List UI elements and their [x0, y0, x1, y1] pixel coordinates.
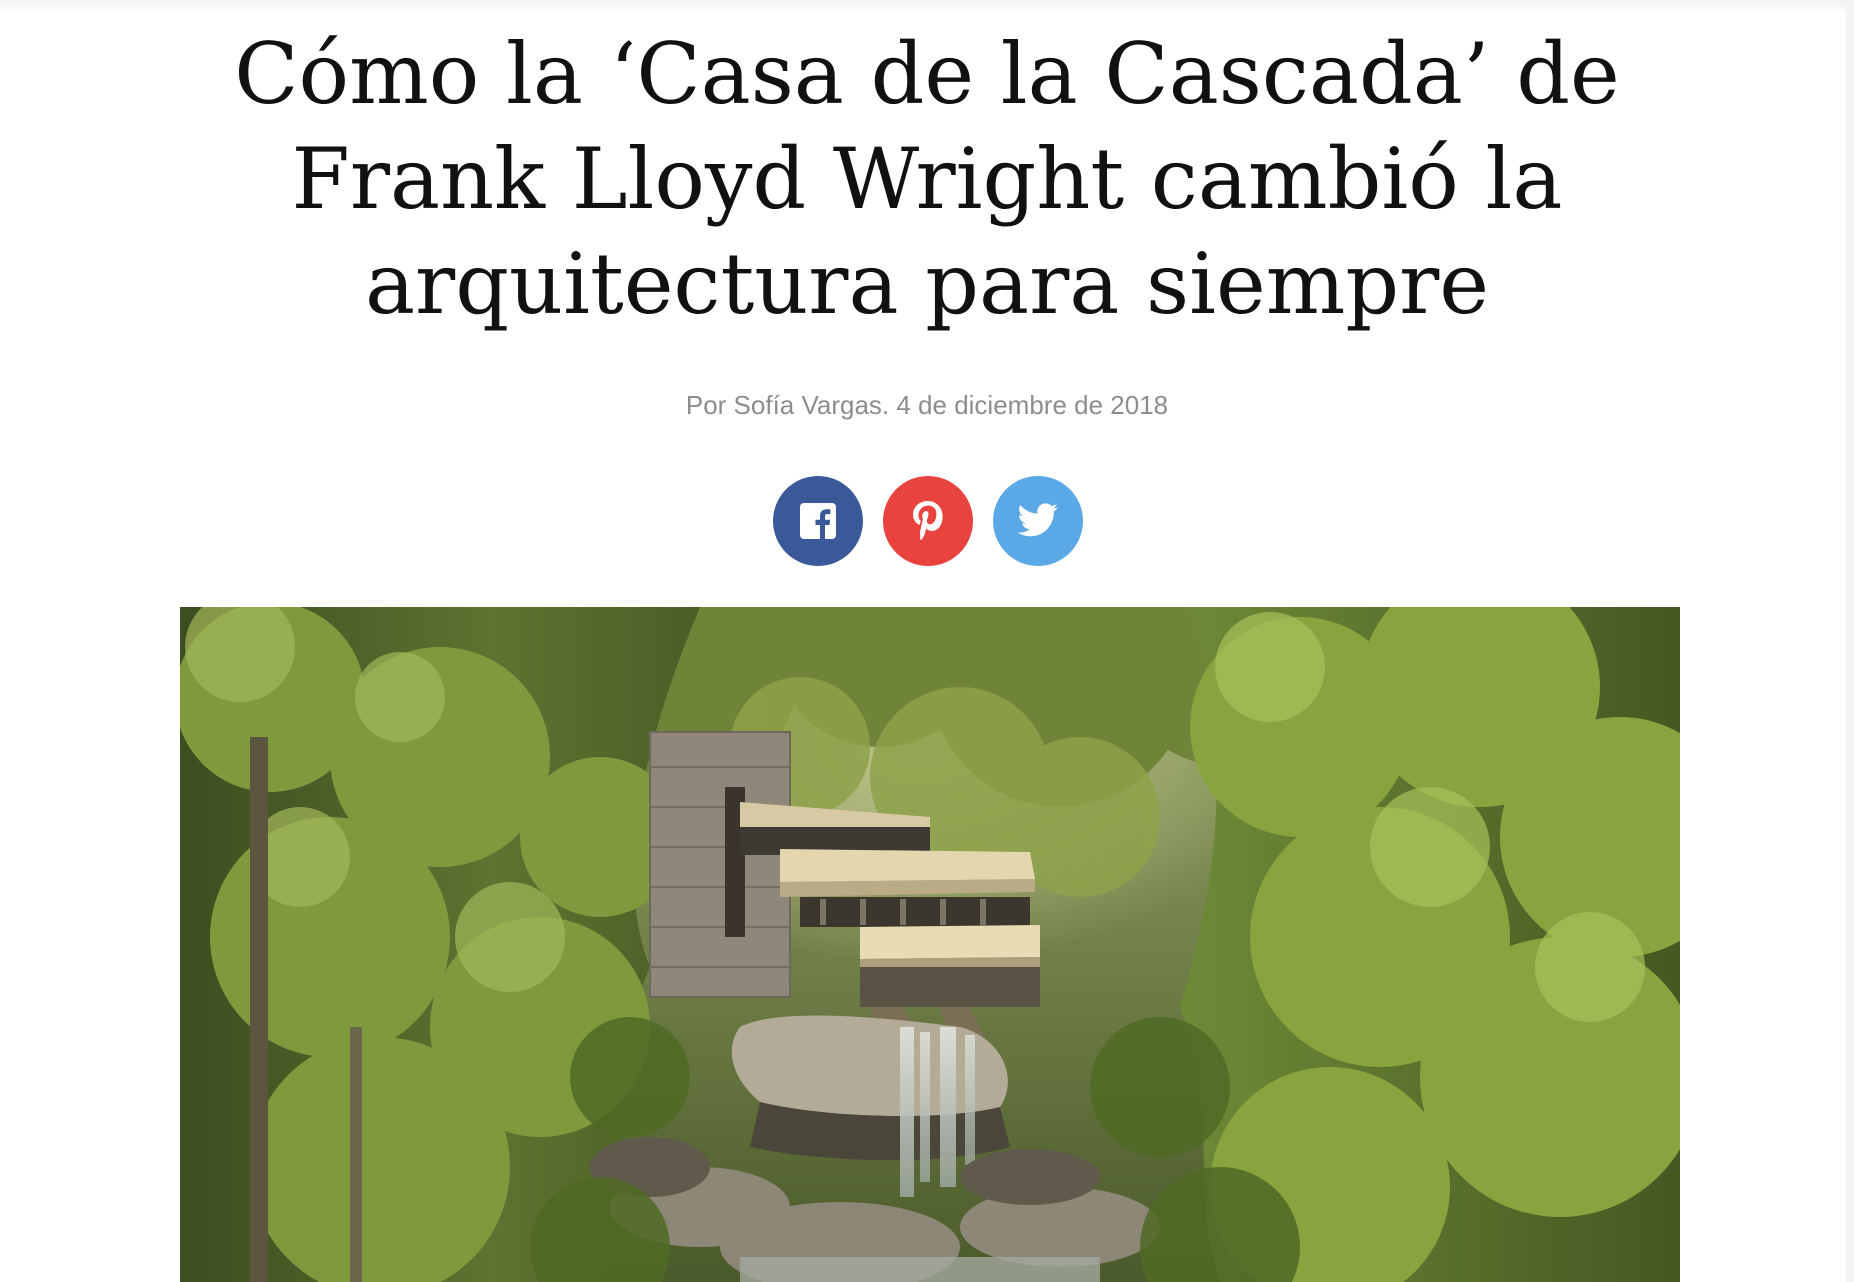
- fallingwater-house-photo: [180, 607, 1680, 1282]
- facebook-share-button[interactable]: [773, 476, 863, 566]
- hero-image: [180, 607, 1680, 1282]
- browser-top-edge: [0, 0, 1854, 14]
- share-buttons: [773, 476, 1083, 568]
- article-title-line: Cómo la ‘Casa de la Cascada’ de: [234, 25, 1620, 123]
- twitter-share-button[interactable]: [993, 476, 1083, 566]
- article-title-line: Frank Lloyd Wright cambió la: [291, 130, 1563, 228]
- twitter-icon: [1017, 503, 1059, 539]
- facebook-icon: [800, 503, 836, 539]
- pinterest-icon: [910, 499, 946, 543]
- article-title-line: arquitectura para siempre: [364, 235, 1490, 333]
- article-byline: Por Sofía Vargas. 4 de diciembre de 2018: [685, 390, 1169, 420]
- pinterest-share-button[interactable]: [883, 476, 973, 566]
- article-title: Cómo la ‘Casa de la Cascada’ de Frank Ll…: [0, 22, 1854, 337]
- article-page: Cómo la ‘Casa de la Cascada’ de Frank Ll…: [0, 0, 1854, 1282]
